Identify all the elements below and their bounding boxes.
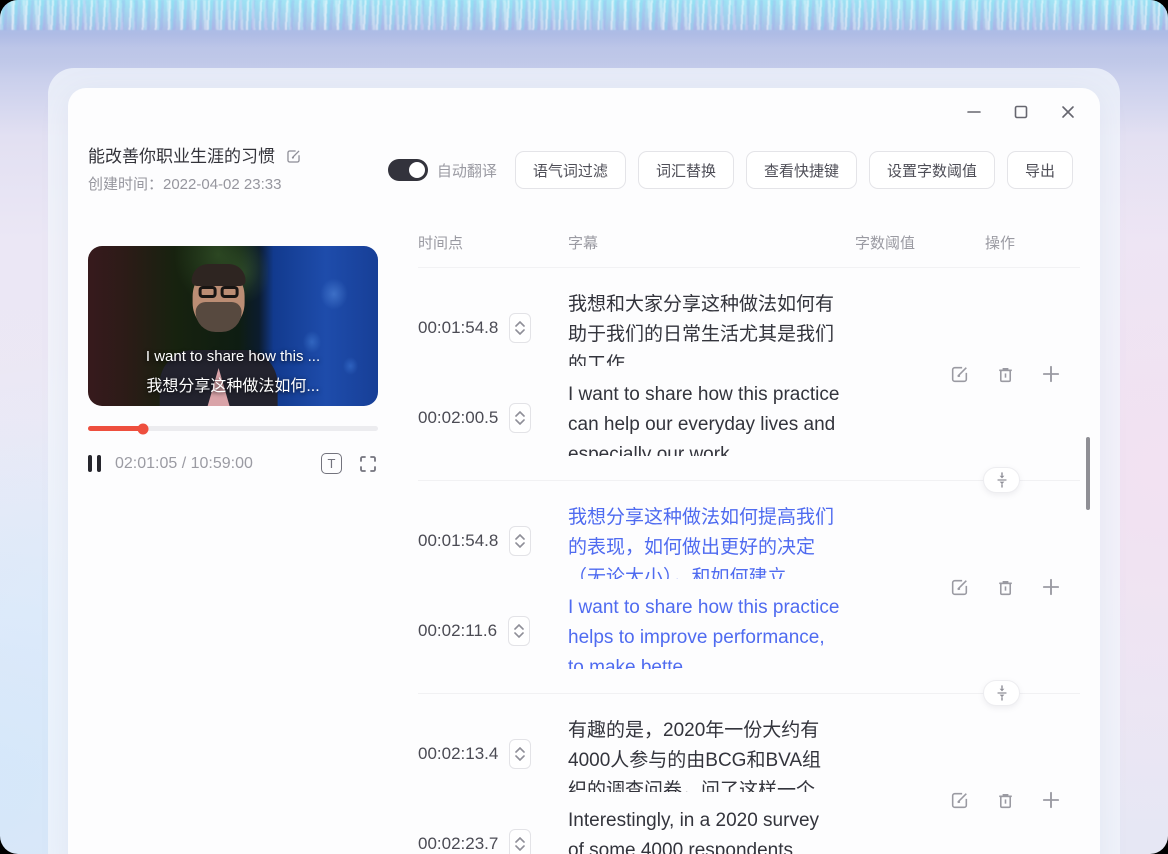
edit-icon[interactable]	[948, 789, 970, 811]
subtitle-text[interactable]: I want to share how this practice helps …	[568, 593, 840, 669]
header-row: 能改善你职业生涯的习惯 创建时间：2022-04-02 23:33 自动翻译 语…	[88, 148, 1073, 192]
main-area: I want to share how this ... 我想分享这种做法如何.…	[88, 220, 1080, 854]
minimize-button[interactable]	[964, 102, 984, 122]
char-threshold-button[interactable]: 设置字数阈值	[869, 151, 995, 189]
subtitle-row: 00:01:54.8 我想分享这种做法如何提高我们的表现，如何做出更好的决定（无…	[418, 503, 1080, 579]
timestamp: 00:02:11.6	[418, 621, 497, 641]
subtitle-group: 00:01:54.8 我想分享这种做法如何提高我们的表现，如何做出更好的决定（无…	[418, 481, 1080, 694]
subtitle-text[interactable]: 我想和大家分享这种做法如何有助于我们的日常生活尤其是我们的工作	[568, 290, 840, 366]
window-controls	[964, 102, 1078, 122]
timestamp: 00:01:54.8	[418, 318, 498, 338]
seek-handle[interactable]	[138, 423, 149, 434]
video-thumbnail[interactable]: I want to share how this ... 我想分享这种做法如何.…	[88, 246, 378, 406]
title-block: 能改善你职业生涯的习惯 创建时间：2022-04-02 23:33	[88, 148, 302, 192]
timestamp: 00:02:13.4	[418, 744, 498, 764]
edit-icon[interactable]	[948, 576, 970, 598]
toolbar: 自动翻译 语气词过滤 词汇替换 查看快捷键 设置字数阈值 导出	[388, 151, 1073, 189]
timestamp: 00:02:23.7	[418, 834, 498, 854]
row-actions	[948, 789, 1062, 811]
col-header-actions: 操作	[985, 232, 1080, 253]
delete-icon[interactable]	[994, 789, 1016, 811]
timestamp-stepper[interactable]	[508, 616, 530, 646]
subtitle-text[interactable]: I want to share how this practice can he…	[568, 380, 840, 456]
app-screen: 能改善你职业生涯的习惯 创建时间：2022-04-02 23:33 自动翻译 语…	[0, 0, 1168, 854]
timestamp-stepper[interactable]	[509, 739, 531, 769]
player-controls: 02:01:05 / 10:59:00 T	[88, 453, 378, 474]
delete-icon[interactable]	[994, 576, 1016, 598]
close-button[interactable]	[1058, 102, 1078, 122]
col-header-subtitle: 字幕	[568, 232, 855, 253]
merge-subtitles-button[interactable]	[983, 467, 1020, 493]
add-icon[interactable]	[1040, 363, 1062, 385]
filler-word-filter-button[interactable]: 语气词过滤	[515, 151, 626, 189]
seek-bar-fill	[88, 426, 143, 431]
row-actions	[948, 576, 1062, 598]
subtitle-group: 00:01:54.8 我想和大家分享这种做法如何有助于我们的日常生活尤其是我们的…	[418, 268, 1080, 481]
subtitle-text[interactable]: 我想分享这种做法如何提高我们的表现，如何做出更好的决定（无论大小），和如何建立	[568, 503, 840, 579]
timestamp-stepper[interactable]	[509, 829, 531, 854]
pause-button[interactable]	[88, 455, 101, 472]
shortcuts-button[interactable]: 查看快捷键	[746, 151, 857, 189]
video-subtitle-overlay: I want to share how this ... 我想分享这种做法如何.…	[88, 348, 378, 396]
rename-icon[interactable]	[285, 148, 302, 165]
timestamp-stepper[interactable]	[509, 313, 531, 343]
export-button[interactable]: 导出	[1007, 151, 1073, 189]
timestamp-stepper[interactable]	[509, 526, 531, 556]
edit-icon[interactable]	[948, 363, 970, 385]
timestamp-stepper[interactable]	[509, 403, 531, 433]
player-column: I want to share how this ... 我想分享这种做法如何.…	[88, 220, 378, 854]
subtitle-toggle-icon[interactable]: T	[321, 453, 342, 474]
add-icon[interactable]	[1040, 576, 1062, 598]
subtitle-text[interactable]: 有趣的是，2020年一份大约有4000人参与的由BCG和BVA组织的调查问卷，问…	[568, 716, 840, 792]
created-time-label: 创建时间：2022-04-02 23:33	[88, 177, 302, 192]
subtitle-row: 00:02:11.6 I want to share how this prac…	[418, 593, 1080, 669]
table-scrollbar[interactable]	[1086, 437, 1090, 510]
fullscreen-icon[interactable]	[358, 454, 378, 474]
timestamp: 00:01:54.8	[418, 531, 498, 551]
delete-icon[interactable]	[994, 363, 1016, 385]
subtitle-group: 00:02:13.4 有趣的是，2020年一份大约有4000人参与的由BCG和B…	[418, 694, 1080, 854]
toggle-knob	[409, 162, 425, 178]
timestamp: 00:02:00.5	[418, 408, 498, 428]
word-replace-button[interactable]: 词汇替换	[638, 151, 734, 189]
add-icon[interactable]	[1040, 789, 1062, 811]
subtitle-row: 00:02:23.7 Interestingly, in a 2020 surv…	[418, 806, 1080, 854]
col-header-time: 时间点	[418, 232, 568, 253]
subtitle-table: 时间点 字幕 字数阈值 操作 00:01:54.8	[418, 220, 1080, 854]
row-actions	[948, 363, 1062, 385]
auto-translate-toggle[interactable]	[388, 159, 428, 181]
subtitle-row: 00:02:13.4 有趣的是，2020年一份大约有4000人参与的由BCG和B…	[418, 716, 1080, 792]
subtitle-editor-window: 能改善你职业生涯的习惯 创建时间：2022-04-02 23:33 自动翻译 语…	[68, 88, 1100, 854]
auto-translate-label: 自动翻译	[437, 160, 497, 181]
table-header: 时间点 字幕 字数阈值 操作	[418, 220, 1080, 268]
subtitle-row: 00:02:00.5 I want to share how this prac…	[418, 380, 1080, 456]
maximize-button[interactable]	[1011, 102, 1031, 122]
video-subtitle-cn: 我想分享这种做法如何...	[88, 372, 378, 396]
subtitle-row: 00:01:54.8 我想和大家分享这种做法如何有助于我们的日常生活尤其是我们的…	[418, 290, 1080, 366]
seek-bar[interactable]	[88, 426, 378, 431]
playback-time: 02:01:05 / 10:59:00	[115, 455, 253, 473]
merge-subtitles-button[interactable]	[983, 680, 1020, 706]
project-title: 能改善你职业生涯的习惯	[88, 148, 275, 165]
col-header-threshold: 字数阈值	[855, 232, 985, 253]
video-subtitle-en: I want to share how this ...	[88, 348, 378, 365]
subtitle-text[interactable]: Interestingly, in a 2020 survey of some …	[568, 806, 840, 854]
auto-translate-toggle-wrap: 自动翻译	[388, 159, 497, 181]
